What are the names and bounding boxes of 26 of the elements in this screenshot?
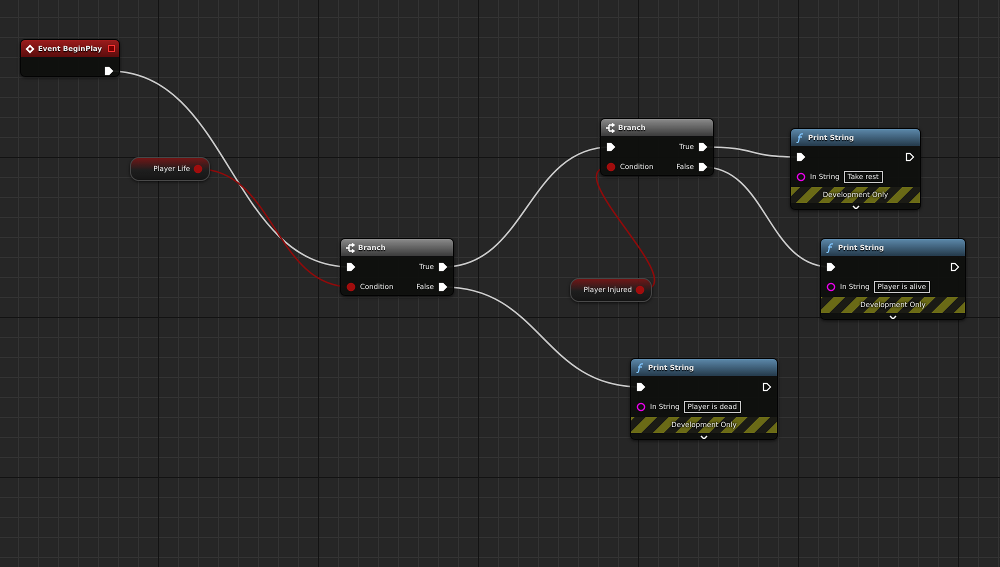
function-icon — [795, 132, 805, 142]
expand-chevron-icon[interactable] — [852, 205, 860, 209]
exec-pin-icon[interactable] — [796, 152, 806, 162]
string-pin-icon[interactable] — [826, 282, 836, 292]
exec-pin-icon[interactable] — [698, 162, 708, 172]
exec-pin-icon[interactable] — [636, 382, 646, 392]
delegate-pin-icon[interactable] — [108, 45, 115, 52]
exec-pin-icon[interactable] — [104, 66, 114, 76]
function-icon — [635, 362, 645, 372]
exec-pin-icon[interactable] — [438, 282, 448, 292]
expand-chevron-icon[interactable] — [889, 315, 897, 319]
exec-pin-icon[interactable] — [606, 142, 616, 152]
exec-pin-icon[interactable] — [438, 262, 448, 272]
exec-pin-icon[interactable] — [346, 262, 356, 272]
exec-pin-icon[interactable] — [762, 382, 772, 392]
string-pin-icon[interactable] — [636, 402, 646, 412]
exec-pin-icon[interactable] — [905, 152, 915, 162]
branch-icon — [605, 122, 615, 132]
exec-pin-icon[interactable] — [950, 262, 960, 272]
exec-pin-icon[interactable] — [698, 142, 708, 152]
string-pin-icon[interactable] — [796, 172, 806, 182]
branch-icon — [345, 242, 355, 252]
diamond-icon — [25, 44, 35, 54]
function-icon — [825, 242, 835, 252]
exec-pin-icon[interactable] — [826, 262, 836, 272]
expand-chevron-icon[interactable] — [700, 435, 708, 439]
